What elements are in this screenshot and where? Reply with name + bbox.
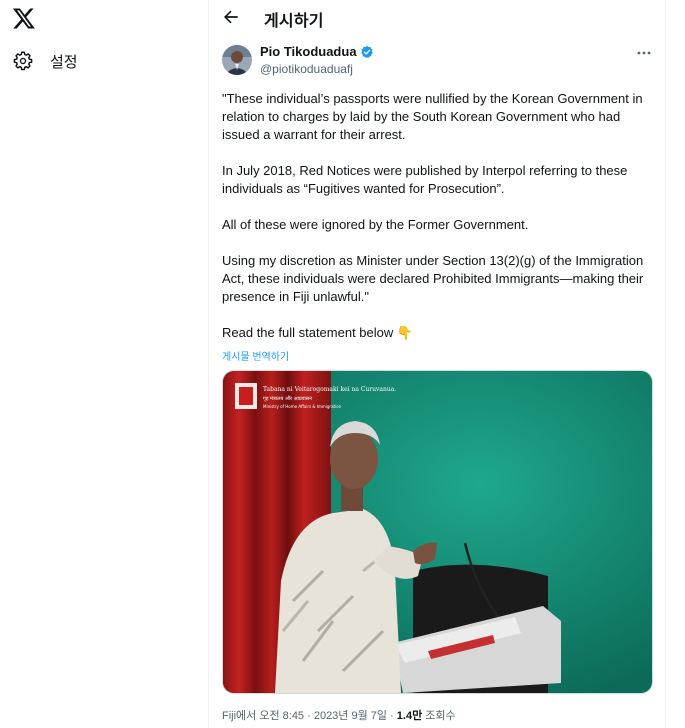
gear-icon	[13, 51, 33, 71]
banner-line-3: Ministry of Home Affairs & Immigration	[263, 404, 342, 409]
post-paragraph: Read the full statement below 👇	[222, 325, 414, 340]
x-logo-icon[interactable]	[12, 6, 36, 30]
post-paragraph: "These individual’s passports were nulli…	[222, 91, 647, 142]
post-paragraph: Using my discretion as Minister under Se…	[222, 253, 647, 304]
translate-post-link[interactable]: 게시물 번역하기	[222, 348, 289, 363]
view-count-label: 조회수	[422, 710, 456, 722]
post-header: 게시하기	[209, 0, 665, 34]
post-detail-column: 게시하기 Pio Tikoduadua @piotikoduaduafj "Th…	[208, 0, 666, 728]
post-paragraph: All of these were ignored by the Former …	[222, 217, 529, 232]
author-handle[interactable]: @piotikoduaduafj	[260, 62, 353, 76]
post-text: "These individual’s passports were nulli…	[222, 90, 658, 342]
more-icon[interactable]	[635, 46, 653, 60]
banner-line-1: Tabana ni Veitarogomaki kei na Curuvanua…	[263, 386, 396, 393]
post-paragraph: In July 2018, Red Notices were published…	[222, 163, 632, 196]
post-photo: Tabana ni Veitarogomaki kei na Curuvanua…	[223, 371, 652, 693]
settings-label: 설정	[50, 53, 78, 71]
avatar[interactable]	[222, 45, 252, 75]
avatar-image	[222, 45, 252, 75]
view-count: 1.4만	[396, 710, 423, 722]
post-meta: Fiji에서 오전 8:45 · 2023년 9월 7일 · 1.4만 조회수	[222, 707, 456, 723]
author-name[interactable]: Pio Tikoduadua	[260, 44, 357, 59]
settings-nav-item[interactable]: 설정	[12, 50, 78, 72]
sidebar: 설정	[0, 0, 208, 728]
page-title: 게시하기	[264, 13, 324, 30]
post-timestamp[interactable]: Fiji에서 오전 8:45 · 2023년 9월 7일 ·	[222, 710, 397, 722]
verified-badge-icon	[360, 45, 373, 58]
post-image[interactable]: Tabana ni Veitarogomaki kei na Curuvanua…	[222, 370, 653, 694]
banner-line-2: गृह मंत्रालय और आप्रवासन	[263, 395, 312, 402]
back-arrow-icon[interactable]	[221, 7, 241, 27]
author-name-row: Pio Tikoduadua	[260, 44, 374, 59]
